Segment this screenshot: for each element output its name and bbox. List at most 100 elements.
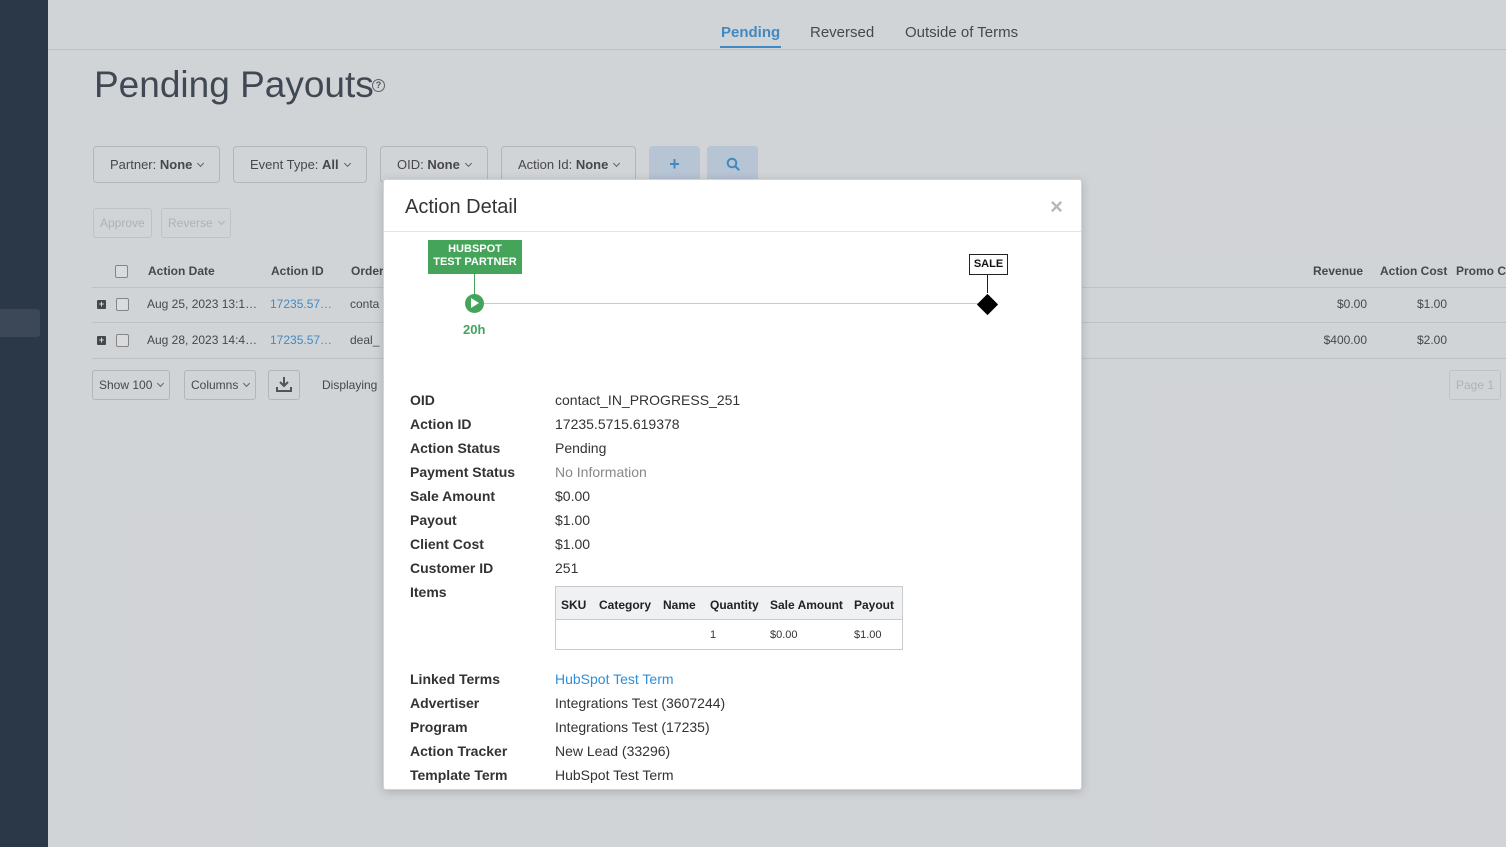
field-label-template-term: Template Term [410, 767, 508, 783]
col-promo[interactable]: Promo C [1456, 264, 1506, 278]
field-label-program: Program [410, 719, 468, 735]
row-action-id-link[interactable]: 17235.57… [270, 297, 332, 311]
field-value-client-cost: $1.00 [555, 536, 591, 552]
partner-tag-stem [474, 274, 475, 294]
columns-label: Columns [191, 378, 239, 392]
field-label-payment-status: Payment Status [410, 464, 516, 480]
timeline-duration: 20h [463, 322, 486, 337]
tab-bar: Pending Reversed Outside of Terms [48, 0, 1506, 50]
col-action-id[interactable]: Action ID [271, 264, 324, 278]
items-cell-payout: $1.00 [854, 629, 882, 641]
col-action-cost[interactable]: Action Cost [1380, 264, 1447, 278]
partner-filter-value: None [159, 157, 193, 172]
oid-filter-prefix: OID: [397, 157, 428, 172]
field-label-advertiser: Advertiser [410, 695, 480, 711]
field-value-action-status: Pending [555, 440, 607, 456]
field-value-program: Integrations Test (17235) [555, 719, 710, 735]
timeline-end-diamond-icon [976, 293, 999, 316]
reverse-button-label: Reverse [168, 216, 213, 230]
row-action-cost: $2.00 [1416, 333, 1447, 347]
action-id-filter-value: None [575, 157, 609, 172]
chevron-down-icon [243, 379, 251, 388]
show-count-select[interactable]: Show 100 [92, 370, 171, 400]
items-table: SKU Category Name Quantity Sale Amount P… [555, 586, 903, 650]
displaying-text: Displaying [322, 378, 378, 392]
oid-filter[interactable]: OID: None [380, 146, 488, 183]
chevron-down-icon [343, 159, 351, 168]
action-id-filter[interactable]: Action Id: None [501, 146, 637, 183]
partner-tag-line2: TEST PARTNER [433, 256, 517, 268]
timeline-line [475, 303, 988, 304]
field-value-advertiser: Integrations Test (3607244) [555, 695, 726, 711]
col-order[interactable]: Order [351, 264, 384, 278]
partner-tag-line1: HUBSPOT [448, 243, 502, 255]
row-action-date: Aug 25, 2023 13:1… [147, 297, 258, 311]
items-col-payout: Payout [854, 598, 895, 612]
chevron-down-icon [157, 379, 165, 388]
partner-filter-prefix: Partner: [110, 157, 160, 172]
oid-filter-value: None [427, 157, 460, 172]
reverse-button[interactable]: Reverse [161, 208, 231, 238]
approve-button[interactable]: Approve [93, 208, 152, 238]
page-title: Pending Payouts [94, 64, 374, 105]
page-indicator[interactable]: Page 1 [1449, 370, 1501, 400]
field-value-customer-id: 251 [555, 560, 579, 576]
tab-reversed[interactable]: Reversed [810, 24, 874, 41]
chevron-down-icon [197, 159, 205, 168]
items-col-quantity: Quantity [710, 598, 759, 612]
download-icon [276, 377, 292, 392]
linked-terms-link[interactable]: HubSpot Test Term [555, 671, 674, 687]
expand-row-icon[interactable]: + [97, 336, 106, 345]
chevron-down-icon [613, 159, 621, 168]
search-button[interactable] [707, 146, 758, 183]
add-filter-button[interactable]: + [649, 146, 700, 183]
chevron-down-icon [217, 217, 225, 226]
event-type-filter[interactable]: Event Type: All [233, 146, 367, 183]
columns-button[interactable]: Columns [184, 370, 257, 400]
show-count-label: Show 100 [99, 378, 153, 392]
field-label-client-cost: Client Cost [410, 536, 484, 552]
col-revenue[interactable]: Revenue [1313, 264, 1363, 278]
field-label-linked-terms: Linked Terms [410, 671, 500, 687]
items-table-header: SKU Category Name Quantity Sale Amount P… [556, 587, 902, 620]
sale-tag: SALE [969, 254, 1008, 275]
partner-filter[interactable]: Partner: None [93, 146, 221, 183]
sale-tag-stem [987, 275, 988, 293]
row-checkbox[interactable] [116, 298, 129, 311]
tab-outside-of-terms[interactable]: Outside of Terms [905, 24, 1018, 41]
row-revenue: $0.00 [1336, 297, 1367, 311]
row-action-date: Aug 28, 2023 14:4… [147, 333, 258, 347]
row-order: deal_ [350, 333, 380, 347]
tab-pending[interactable]: Pending [719, 24, 782, 48]
col-action-date[interactable]: Action Date [148, 264, 215, 278]
row-revenue: $400.00 [1323, 333, 1367, 347]
items-cell-sale-amount: $0.00 [770, 629, 798, 641]
items-col-name: Name [663, 598, 696, 612]
event-type-filter-value: All [322, 157, 339, 172]
row-order: conta [350, 297, 380, 311]
nav-selected-item[interactable] [0, 309, 40, 337]
chevron-down-icon [464, 159, 472, 168]
event-type-filter-prefix: Event Type: [250, 157, 323, 172]
select-all-checkbox[interactable] [115, 265, 128, 278]
field-value-template-term: HubSpot Test Term [555, 767, 674, 783]
field-label-sale-amount: Sale Amount [410, 488, 496, 504]
field-label-payout: Payout [410, 512, 457, 528]
items-col-sku: SKU [561, 598, 587, 612]
left-nav-rail [0, 0, 48, 847]
row-action-id-link[interactable]: 17235.57… [270, 333, 332, 347]
items-col-sale-amount: Sale Amount [770, 598, 843, 612]
field-value-payout: $1.00 [555, 512, 591, 528]
modal-title: Action Detail [405, 196, 518, 218]
modal-header: Action Detail × [384, 180, 1081, 232]
action-detail-modal: Action Detail × HUBSPOT TEST PARTNER 20h… [383, 179, 1082, 790]
field-value-action-tracker: New Lead (33296) [555, 743, 671, 759]
row-checkbox[interactable] [116, 334, 129, 347]
expand-row-icon[interactable]: + [97, 300, 106, 309]
help-icon[interactable]: ? [372, 79, 385, 92]
close-icon[interactable]: × [1050, 194, 1063, 220]
field-label-items: Items [410, 584, 447, 600]
field-label-action-status: Action Status [410, 440, 501, 456]
items-col-category: Category [599, 598, 652, 612]
download-button[interactable] [268, 370, 300, 400]
